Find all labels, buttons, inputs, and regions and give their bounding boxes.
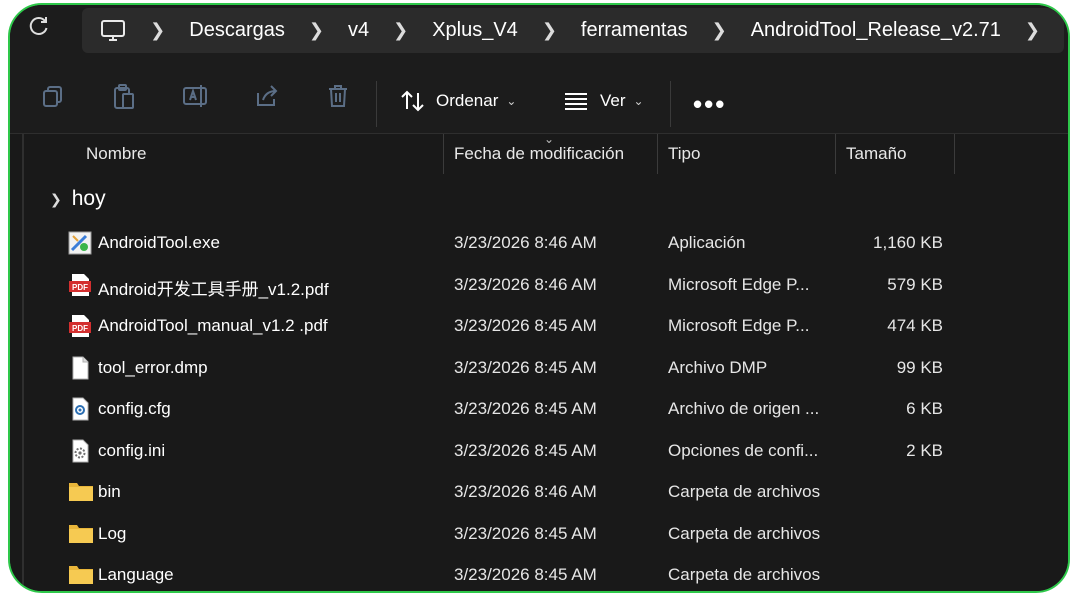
file-row[interactable]: config.cfg 3/23/2026 8:45 AM Archivo de or…: [10, 389, 1068, 429]
column-divider[interactable]: [954, 134, 955, 174]
file-row[interactable]: Language 3/23/2026 8:45 AM Carpeta de arch…: [10, 555, 1068, 591]
file-size: 99 KB: [896, 357, 943, 377]
file-type: Aplicación: [668, 233, 746, 252]
file-type: Carpeta de archivos: [668, 523, 821, 543]
chevron-right-icon[interactable]: ❯: [1025, 20, 1040, 41]
rename-icon[interactable]: [182, 83, 212, 113]
group-header-today[interactable]: ❯ hoy: [50, 187, 106, 211]
column-header-name[interactable]: Nombre: [86, 134, 146, 174]
chevron-down-icon[interactable]: ❯: [50, 191, 62, 208]
folder-icon: [68, 480, 93, 504]
file-type: Archivo de origen ...: [668, 399, 820, 418]
breadcrumb-item[interactable]: ❯ Descargas: [126, 19, 285, 42]
file-size: 2 KB: [906, 440, 943, 460]
column-header-date[interactable]: Fecha de modificación: [454, 134, 624, 174]
file-type: Carpeta de archivos: [668, 565, 821, 584]
file-list: Nombre ⌄ Fecha de modificación Tipo Tama…: [10, 132, 1068, 591]
svg-text:PDF: PDF: [72, 324, 88, 333]
file-row[interactable]: PDF AndroidTool_manual_v1.2 .pdf 3/23/2026…: [10, 306, 1068, 346]
toolbar-divider: [376, 81, 377, 127]
chevron-right-icon[interactable]: ❯: [309, 20, 324, 41]
svg-text:PDF: PDF: [72, 283, 88, 292]
file-name[interactable]: Android开发工具手册_v1.2.pdf: [98, 275, 329, 300]
file-name[interactable]: Language: [98, 565, 174, 585]
chevron-right-icon[interactable]: ❯: [542, 20, 557, 41]
column-header-type[interactable]: Tipo: [668, 134, 700, 174]
breadcrumb-item[interactable]: ❯ v4: [285, 19, 369, 42]
column-divider[interactable]: [443, 134, 444, 174]
chevron-down-icon: ⌄: [633, 94, 644, 108]
address-bar: ❯ Descargas ❯ v4 ❯ Xplus_V4 ❯ ferramenta…: [10, 5, 1068, 57]
copy-icon[interactable]: [40, 83, 70, 113]
file-name[interactable]: AndroidTool_manual_v1.2 .pdf: [98, 316, 328, 336]
folder-icon: [68, 563, 93, 587]
delete-icon[interactable]: [325, 83, 355, 113]
file-name[interactable]: bin: [98, 482, 121, 502]
file-explorer-window: ❯ Descargas ❯ v4 ❯ Xplus_V4 ❯ ferramenta…: [8, 3, 1070, 593]
file-row[interactable]: config.ini 3/23/2026 8:45 AM Opciones de c…: [10, 431, 1068, 471]
file-icon: [68, 356, 92, 380]
more-options-button[interactable]: •••: [693, 89, 726, 120]
breadcrumb-item[interactable]: ❯ ferramentas: [518, 19, 688, 42]
file-date: 3/23/2026 8:45 AM: [454, 440, 597, 460]
config-file-icon: [68, 397, 92, 421]
share-icon[interactable]: [254, 83, 284, 113]
file-date: 3/23/2026 8:45 AM: [454, 357, 597, 377]
exe-icon: [68, 231, 92, 255]
toolbar-divider: [670, 81, 671, 127]
file-type: Carpeta de archivos: [668, 482, 821, 501]
file-date: 3/23/2026 8:46 AM: [454, 482, 597, 501]
file-type: Archivo DMP: [668, 357, 768, 377]
file-date: 3/23/2026 8:46 AM: [454, 233, 597, 252]
sort-button[interactable]: Ordenar ⌄: [400, 81, 516, 121]
file-name[interactable]: tool_error.dmp: [98, 358, 208, 378]
file-name[interactable]: AndroidTool.exe: [98, 233, 220, 253]
chevron-right-icon[interactable]: ❯: [393, 20, 408, 41]
column-header-size[interactable]: Tamaño: [846, 134, 906, 174]
file-type: Opciones de confi...: [668, 440, 819, 460]
folder-icon: [68, 522, 93, 546]
sort-icon: [400, 89, 426, 113]
file-type: Microsoft Edge P...: [668, 274, 810, 294]
chevron-right-icon[interactable]: ❯: [150, 20, 165, 41]
file-name[interactable]: config.cfg: [98, 399, 171, 419]
file-name[interactable]: Log: [98, 524, 126, 544]
file-name[interactable]: config.ini: [98, 441, 165, 461]
chevron-right-icon[interactable]: ❯: [712, 20, 727, 41]
file-size: 1,160 KB: [873, 233, 943, 252]
chevron-down-icon: ⌄: [506, 94, 517, 108]
command-bar: Ordenar ⌄ Ver ⌄ •••: [10, 63, 1068, 133]
file-size: 474 KB: [887, 316, 943, 335]
view-button[interactable]: Ver ⌄: [564, 81, 644, 121]
column-divider[interactable]: [835, 134, 836, 174]
file-size: 579 KB: [887, 274, 943, 294]
file-row[interactable]: PDF Android开发工具手册_v1.2.pdf 3/23/2026 8:46 …: [10, 265, 1068, 305]
file-row[interactable]: AndroidTool.exe 3/23/2026 8:46 AM Aplicaci…: [10, 223, 1068, 263]
file-row[interactable]: Log 3/23/2026 8:45 AM Carpeta de archivos: [10, 514, 1068, 554]
refresh-icon[interactable]: [28, 15, 52, 39]
file-date: 3/23/2026 8:46 AM: [454, 274, 597, 294]
file-size: 6 KB: [906, 399, 943, 418]
breadcrumb-item[interactable]: ❯ Xplus_V4: [369, 19, 518, 42]
settings-file-icon: [68, 439, 92, 463]
file-row[interactable]: bin 3/23/2026 8:46 AM Carpeta de archivos: [10, 472, 1068, 512]
file-date: 3/23/2026 8:45 AM: [454, 316, 597, 335]
view-icon: [564, 91, 588, 111]
breadcrumb[interactable]: ❯ Descargas ❯ v4 ❯ Xplus_V4 ❯ ferramenta…: [82, 8, 1064, 53]
pdf-icon: PDF: [68, 273, 92, 297]
breadcrumb-item[interactable]: ❯ AndroidTool_Release_v2.71: [688, 19, 1001, 42]
this-pc-icon[interactable]: [100, 19, 126, 43]
file-row[interactable]: tool_error.dmp 3/23/2026 8:45 AM Archivo D…: [10, 348, 1068, 388]
file-date: 3/23/2026 8:45 AM: [454, 565, 597, 584]
breadcrumb-item[interactable]: ❯: [1001, 20, 1064, 41]
paste-icon[interactable]: [111, 83, 141, 113]
pdf-icon: PDF: [68, 314, 92, 338]
file-date: 3/23/2026 8:45 AM: [454, 399, 597, 418]
file-type: Microsoft Edge P...: [668, 316, 810, 335]
column-divider[interactable]: [657, 134, 658, 174]
file-date: 3/23/2026 8:45 AM: [454, 523, 597, 543]
